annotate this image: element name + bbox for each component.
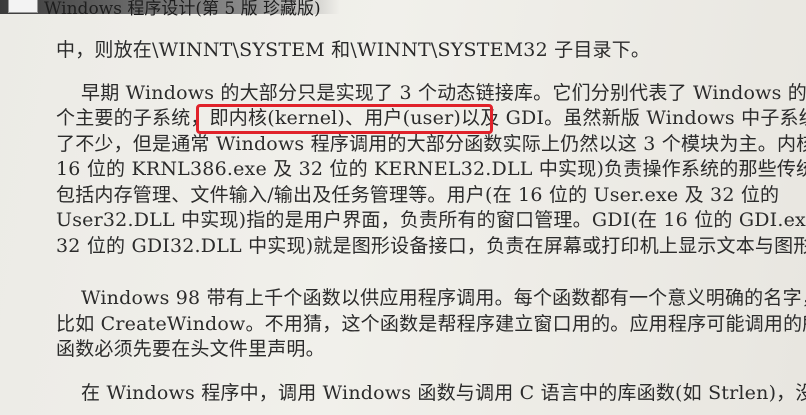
text-line: 早期 Windows 的大部分只是实现了 3 个动态链接库。它们分别代表了 Wi… [81,82,806,104]
text-line: 在 Windows 程序中，调用 Windows 函数与调用 C 语言中的库函数… [81,382,806,404]
red-highlight-box [196,104,493,134]
text-line: 包括内存管理、文件输入/输出及任务管理等。用户(在 16 位的 User.exe… [56,184,780,206]
text-line: User32.DLL 中实现)指的是用户界面，负责所有的窗口管理。GDI(在 1… [56,209,806,231]
text-line: 函数必须先要在头文件里声明。 [56,338,325,360]
text-line: Windows 98 带有上千个函数以供应用程序调用。每个函数都有一个意义明确的… [81,287,806,309]
text-line: 比如 CreateWindow。不用猜，这个函数是帮程序建立窗口用的。应用程序可… [56,313,806,335]
header-logo-icon [8,0,38,13]
text-line: 了不少，但是通常 Windows 程序调用的大部分函数实际上仍然以这 3 个模块… [56,133,806,155]
running-header-title: Windows 程序设计(第 5 版 珍藏版) [44,0,321,19]
text-line: 32 位的 GDI32.DLL 中实现)就是图形设备接口，负责在屏幕或打印机上显… [56,235,806,257]
book-page: Windows 程序设计(第 5 版 珍藏版) 中，则放在\WINNT\SYST… [0,0,806,415]
text-line: 中，则放在\WINNT\SYSTEM 和\WINNT\SYSTEM32 子目录下… [56,39,651,61]
text-line: 16 位的 KRNL386.exe 及 32 位的 KERNEL32.DLL 中… [56,158,806,180]
